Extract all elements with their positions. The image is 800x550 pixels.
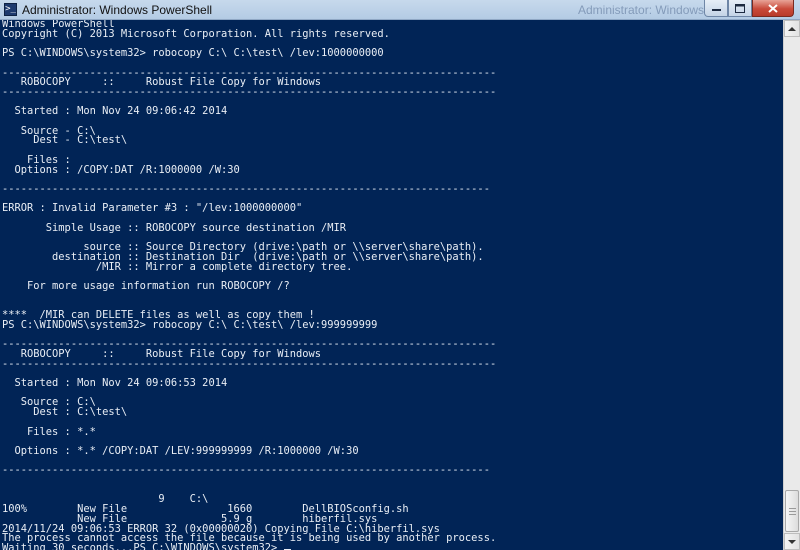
close-icon	[768, 3, 778, 13]
maximize-button[interactable]	[728, 0, 752, 17]
console-line: Waiting 30 seconds...PS C:\WINDOWS\syste…	[2, 541, 284, 550]
window-title: Administrator: Windows PowerShell	[22, 3, 213, 17]
scroll-up-arrow-icon	[788, 27, 796, 31]
vertical-scrollbar[interactable]	[783, 20, 800, 550]
console-line: ----------------------------------------…	[2, 464, 490, 477]
maximize-icon	[735, 3, 745, 13]
console-line: ERROR : Invalid Parameter #3 : "/lev:100…	[2, 202, 303, 215]
title-bar[interactable]: >_ Administrator: Windows PowerShell Adm…	[0, 0, 800, 20]
scroll-down-arrow-icon	[788, 540, 796, 544]
window-controls	[704, 0, 794, 18]
console-line: ----------------------------------------…	[2, 182, 490, 195]
console-line: For more usage information run ROBOCOPY …	[2, 279, 290, 292]
console-line: ----------------------------------------…	[2, 357, 497, 370]
minimize-button[interactable]	[704, 0, 728, 17]
console-text: Windows PowerShell Copyright (C) 2013 Mi…	[0, 20, 783, 550]
console-line: ----------------------------------------…	[2, 85, 497, 98]
console-line: Files : *.*	[2, 425, 96, 438]
console-line: Dest : C:\test\	[2, 406, 128, 419]
console-line: Copyright (C) 2013 Microsoft Corporation…	[2, 27, 390, 40]
console-line: /MIR :: Mirror a complete directory tree…	[2, 260, 353, 273]
console-line: PS C:\WINDOWS\system32> robocopy C:\ C:\…	[2, 318, 378, 331]
scroll-thumb[interactable]	[785, 490, 799, 532]
minimize-icon	[711, 9, 721, 11]
close-button[interactable]	[752, 0, 794, 17]
powershell-icon[interactable]: >_	[4, 3, 17, 16]
console-output[interactable]: Windows PowerShell Copyright (C) 2013 Mi…	[0, 20, 783, 550]
console-line: Simple Usage :: ROBOCOPY source destinat…	[2, 221, 347, 234]
console-line: Started : Mon Nov 24 09:06:53 2014	[2, 377, 228, 390]
scroll-up-button[interactable]	[784, 20, 800, 37]
console-line: PS C:\WINDOWS\system32> robocopy C:\ C:\…	[2, 47, 384, 60]
console-line: Options : *.* /COPY:DAT /LEV:999999999 /…	[2, 444, 359, 457]
scroll-down-button[interactable]	[784, 533, 800, 550]
console-line: Dest - C:\test\	[2, 134, 128, 147]
console-line: Options : /COPY:DAT /R:1000000 /W:30	[2, 163, 240, 176]
console-line: Started : Mon Nov 24 09:06:42 2014	[2, 105, 228, 118]
